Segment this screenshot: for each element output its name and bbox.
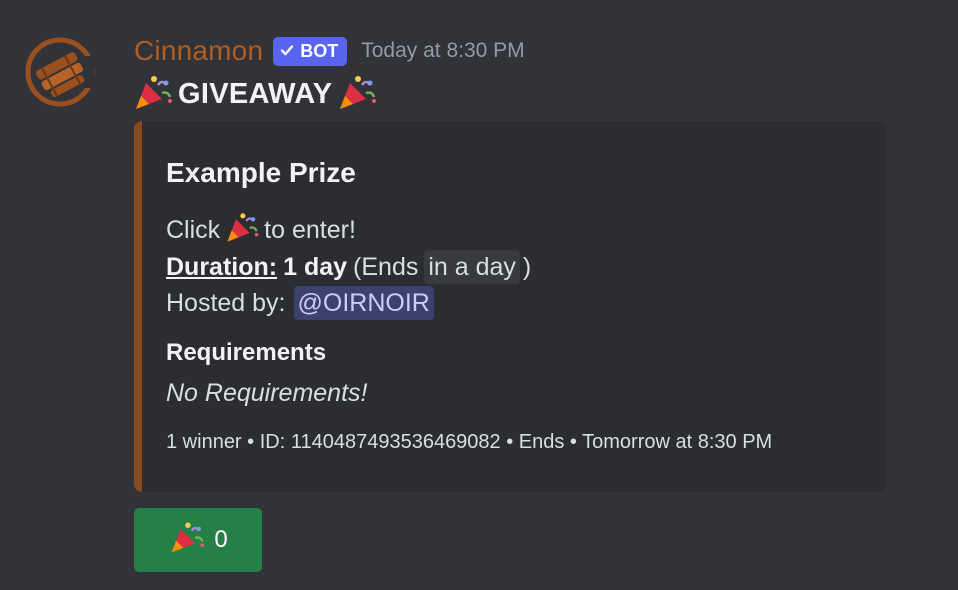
embed-title: Example Prize — [166, 157, 356, 188]
click-prefix: Click — [166, 215, 221, 244]
bot-avatar[interactable] — [24, 36, 96, 108]
enter-instruction: Click to enter! — [166, 212, 356, 248]
duration-line: Duration: 1 day (Ends in a day ) — [166, 249, 531, 285]
message-content: GIVEAWAY — [132, 72, 378, 116]
giveaway-title: GIVEAWAY — [178, 77, 333, 110]
requirements-field-name: Requirements — [166, 339, 327, 366]
embed-footer: 1 winner • ID: 1140487493536469082 • End… — [166, 431, 773, 453]
author-name[interactable]: Cinnamon — [134, 35, 263, 67]
hosted-label: Hosted by: — [166, 288, 286, 317]
bot-badge: BOT — [273, 36, 348, 66]
verified-check-icon — [280, 41, 294, 62]
host-mention[interactable]: @OIRNOIR — [293, 286, 434, 320]
ends-suffix: ) — [522, 252, 532, 281]
party-popper-icon — [132, 71, 174, 118]
message-timestamp[interactable]: Today at 8:30 PM — [361, 39, 524, 63]
requirements-field-value: No Requirements! — [166, 379, 368, 407]
hosted-line: Hosted by: @OIRNOIR — [166, 285, 434, 321]
party-popper-icon — [168, 518, 206, 563]
enter-giveaway-button[interactable]: 0 — [134, 508, 262, 572]
party-popper-icon — [336, 71, 378, 118]
giveaway-embed: Example Prize Click to enter! Duration: … — [134, 121, 886, 492]
message-header: Cinnamon BOT Today at 8:30 PM — [134, 34, 525, 68]
entry-count: 0 — [214, 526, 228, 553]
ends-relative-time[interactable]: in a day — [424, 250, 520, 284]
duration-label: Duration: — [166, 252, 278, 281]
ends-prefix: (Ends — [353, 252, 419, 281]
cinnamon-logo-icon — [25, 37, 95, 107]
duration-value: 1 day — [283, 252, 348, 281]
embed-accent-bar — [134, 121, 142, 492]
chat-message: Cinnamon BOT Today at 8:30 PM GIVEAWAY E… — [0, 0, 958, 590]
party-popper-icon — [224, 209, 260, 252]
bot-badge-label: BOT — [300, 40, 339, 61]
click-suffix: to enter! — [264, 215, 356, 244]
